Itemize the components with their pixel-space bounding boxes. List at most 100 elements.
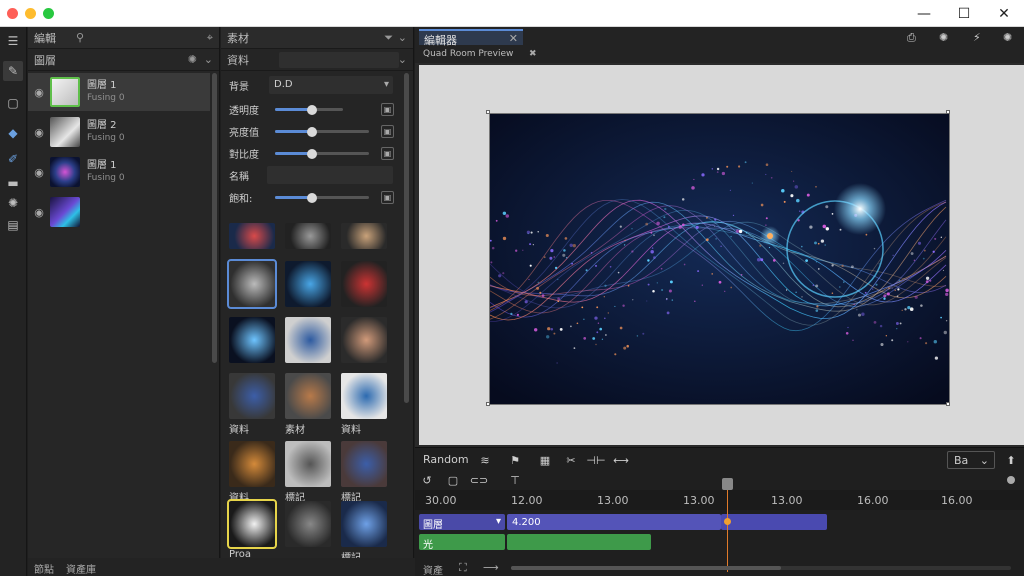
keyframe-button[interactable]: ▣ bbox=[381, 125, 394, 138]
timeline-clip[interactable]: 4.200 bbox=[507, 514, 721, 530]
particle bbox=[594, 316, 598, 320]
track-header-layer[interactable]: 圖層 ▾ bbox=[419, 514, 505, 531]
resize-handle[interactable] bbox=[486, 402, 490, 406]
asset-tile[interactable] bbox=[285, 373, 331, 419]
zoom-select[interactable]: Ba ⌄ bbox=[947, 451, 995, 469]
pin-icon[interactable]: ✖ bbox=[529, 49, 537, 59]
gear-icon[interactable]: ✺ bbox=[188, 53, 197, 66]
frame-icon[interactable]: ▢ bbox=[3, 93, 23, 113]
keyframe-marker[interactable] bbox=[724, 518, 731, 525]
grid-icon[interactable]: ▦ bbox=[537, 452, 553, 468]
assets-scrollbar[interactable] bbox=[404, 73, 409, 403]
saturation-slider[interactable] bbox=[275, 192, 369, 203]
layers-scrollbar[interactable] bbox=[212, 73, 217, 363]
close-traffic-button[interactable] bbox=[7, 8, 18, 19]
asset-tile[interactable] bbox=[285, 441, 331, 487]
asset-tile[interactable] bbox=[341, 373, 387, 419]
asset-tile[interactable] bbox=[229, 441, 275, 487]
settings-icon[interactable]: ✺ bbox=[1003, 31, 1012, 44]
expand-icon[interactable]: ⟷ bbox=[613, 452, 629, 468]
timeline-ruler[interactable] bbox=[415, 490, 1024, 510]
opacity-slider[interactable] bbox=[275, 104, 343, 115]
name-field[interactable] bbox=[267, 166, 393, 184]
playhead-handle[interactable] bbox=[722, 478, 733, 490]
layer-row[interactable]: ◉ bbox=[28, 193, 210, 231]
chevron-down-icon[interactable]: ⌄ bbox=[398, 31, 407, 44]
eye-icon[interactable]: ◉ bbox=[28, 206, 50, 219]
asset-tile[interactable] bbox=[229, 317, 275, 363]
particle bbox=[715, 238, 717, 240]
keyframe-button[interactable]: ▣ bbox=[381, 103, 394, 116]
pin-icon[interactable]: ⌖ bbox=[207, 31, 213, 45]
asset-tile[interactable] bbox=[227, 499, 277, 549]
wifi-icon[interactable]: ≋ bbox=[477, 452, 493, 468]
artwork-canvas[interactable] bbox=[489, 113, 950, 405]
gear-icon[interactable]: ✺ bbox=[3, 193, 23, 213]
snap-icon[interactable]: ⊤ bbox=[507, 472, 523, 488]
fit-icon[interactable]: ⛶ bbox=[459, 561, 467, 575]
asset-tile[interactable] bbox=[341, 441, 387, 487]
filter-icon[interactable]: ⏷ bbox=[384, 31, 393, 45]
assets-search-field[interactable] bbox=[279, 52, 399, 68]
contrast-slider[interactable] bbox=[275, 148, 369, 159]
arrow-icon[interactable]: ⟶ bbox=[483, 561, 499, 574]
eye-icon[interactable]: ◉ bbox=[28, 166, 50, 179]
split-icon[interactable]: ⊣⊢ bbox=[586, 452, 605, 468]
search-icon[interactable]: ⚲ bbox=[76, 31, 84, 44]
timeline-clip[interactable] bbox=[507, 534, 651, 550]
up-arrow-icon[interactable]: ⬆ bbox=[1003, 452, 1019, 468]
frame-icon[interactable]: ▢ bbox=[445, 472, 461, 488]
asset-tile[interactable] bbox=[229, 223, 275, 249]
folder-icon[interactable]: ▬ bbox=[3, 173, 23, 193]
asset-tile[interactable] bbox=[285, 501, 331, 547]
asset-tile[interactable] bbox=[341, 501, 387, 547]
magic-icon[interactable]: ⚡ bbox=[973, 31, 981, 44]
eye-icon[interactable]: ◉ bbox=[28, 126, 50, 139]
bucket-icon[interactable]: ◆ bbox=[3, 123, 23, 143]
resize-handle[interactable] bbox=[946, 110, 950, 114]
minimize-traffic-button[interactable] bbox=[25, 8, 36, 19]
gear-icon[interactable]: ✺ bbox=[939, 31, 948, 44]
layer-row[interactable]: ◉ 圖層 1 Fusing 0 bbox=[28, 153, 210, 191]
clip-icon[interactable]: ⊂⊃ bbox=[470, 472, 488, 488]
horizontal-scrollbar[interactable] bbox=[511, 566, 1011, 570]
asset-tile[interactable] bbox=[227, 259, 277, 309]
brush-icon[interactable]: ✐ bbox=[3, 149, 23, 169]
brightness-slider[interactable] bbox=[275, 126, 369, 137]
eye-icon[interactable]: ◉ bbox=[28, 86, 50, 99]
tab-editor[interactable]: 編輯器 ✕ bbox=[419, 29, 523, 47]
flag-icon[interactable]: ⚑ bbox=[507, 452, 523, 468]
background-select[interactable]: D.D ▾ bbox=[269, 76, 393, 94]
timeline-clip[interactable] bbox=[721, 514, 827, 530]
menu-icon[interactable]: ☰ bbox=[3, 31, 23, 51]
resize-handle[interactable] bbox=[946, 402, 950, 406]
maximize-button[interactable]: ☐ bbox=[944, 0, 984, 27]
minimize-button[interactable]: — bbox=[904, 0, 944, 27]
cut-icon[interactable]: ✂ bbox=[563, 452, 579, 468]
track-header-light[interactable]: 光 bbox=[419, 534, 505, 551]
loop-icon[interactable]: ↺ bbox=[419, 472, 435, 488]
asset-tile[interactable] bbox=[341, 317, 387, 363]
particle bbox=[661, 288, 664, 292]
asset-tile[interactable] bbox=[229, 373, 275, 419]
chevron-down-icon[interactable]: ⌄ bbox=[398, 53, 407, 66]
layer-row[interactable]: ◉ 圖層 1 Fusing 0 bbox=[28, 73, 210, 111]
pen-icon[interactable]: ✎ bbox=[3, 61, 23, 81]
asset-tile[interactable] bbox=[285, 261, 331, 307]
keyframe-button[interactable]: ▣ bbox=[381, 147, 394, 160]
asset-tile[interactable] bbox=[341, 261, 387, 307]
close-icon[interactable]: ✕ bbox=[509, 32, 518, 45]
chevron-down-icon[interactable]: ⌄ bbox=[204, 53, 213, 66]
export-icon[interactable]: ⎙ bbox=[907, 31, 916, 45]
asset-tile[interactable] bbox=[285, 223, 331, 249]
particle bbox=[934, 356, 939, 360]
layer-row[interactable]: ◉ 圖層 2 Fusing 0 bbox=[28, 113, 210, 151]
zoom-traffic-button[interactable] bbox=[43, 8, 54, 19]
asset-tile[interactable] bbox=[341, 223, 387, 249]
asset-tile[interactable] bbox=[285, 317, 331, 363]
keyframe-button[interactable]: ▣ bbox=[381, 191, 394, 204]
layers-icon[interactable]: ▤ bbox=[3, 215, 23, 235]
resize-handle[interactable] bbox=[486, 110, 490, 114]
record-icon[interactable] bbox=[1007, 476, 1015, 484]
close-button[interactable]: ✕ bbox=[984, 0, 1024, 27]
